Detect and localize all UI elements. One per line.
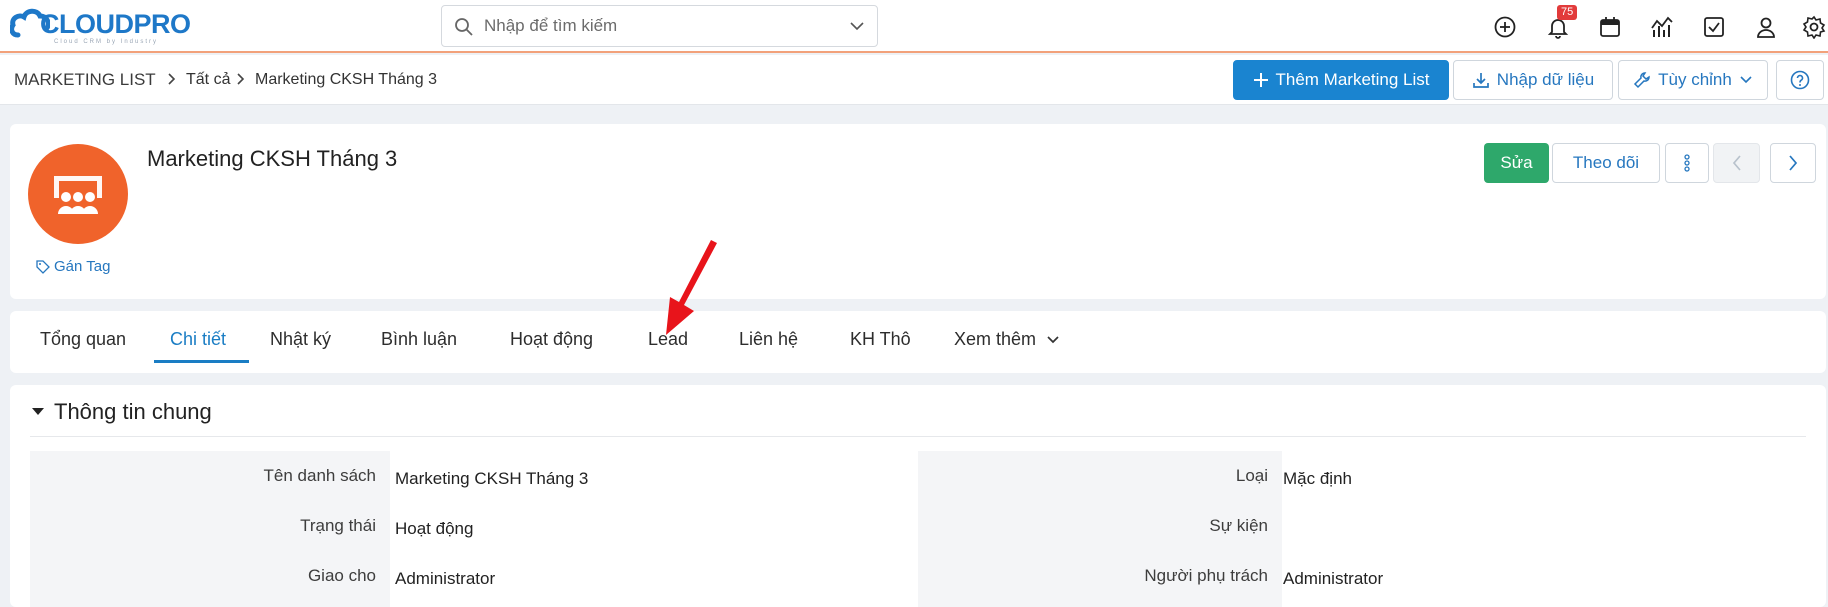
help-button[interactable]: [1776, 60, 1824, 100]
search-icon: [455, 18, 473, 36]
field-label-type: Loại: [1235, 466, 1268, 485]
follow-label: Theo dõi: [1572, 153, 1640, 172]
customize-button[interactable]: Tùy chỉnh: [1618, 60, 1768, 100]
section-title: Thông tin chung: [54, 399, 212, 424]
general-info-section: Thông tin chung Tên danh sách Marketing …: [10, 385, 1826, 607]
field-value-status[interactable]: Hoạt động: [395, 519, 473, 539]
download-icon: [1472, 73, 1489, 88]
more-icon: [1684, 154, 1690, 172]
import-data-label: Nhập dữ liệu: [1496, 70, 1595, 89]
next-record-button[interactable]: [1770, 143, 1816, 183]
add-marketing-list-label: Thêm Marketing List: [1275, 70, 1430, 89]
tab-comments[interactable]: Bình luận: [381, 329, 457, 350]
breadcrumb-record: Marketing CKSH Tháng 3: [255, 71, 438, 88]
breadcrumb-filter[interactable]: Tất cả: [186, 71, 230, 89]
field-value-type[interactable]: Mặc định: [1283, 469, 1352, 489]
tab-details[interactable]: Chi tiết: [170, 329, 226, 350]
caret-down-icon: [32, 408, 44, 415]
field-value-owner[interactable]: Administrator: [1283, 569, 1383, 589]
global-search[interactable]: [441, 5, 878, 47]
section-header[interactable]: Thông tin chung: [32, 399, 212, 425]
logo[interactable]: CLOUDPRO Cloud CRM by Industry: [10, 3, 200, 47]
breadcrumb-module[interactable]: MARKETING LIST: [14, 70, 156, 90]
top-bar: CLOUDPRO Cloud CRM by Industry 75: [0, 0, 1828, 53]
assign-tag-label: Gán Tag: [54, 258, 111, 275]
search-input[interactable]: [484, 14, 824, 38]
tab-overview[interactable]: Tổng quan: [40, 329, 126, 350]
chevron-right-icon: [237, 73, 245, 85]
chevron-down-icon: [1047, 335, 1059, 343]
import-data-button[interactable]: Nhập dữ liệu: [1453, 60, 1613, 100]
field-label-status: Trạng thái: [300, 516, 376, 535]
edit-button[interactable]: Sửa: [1484, 143, 1549, 183]
logo-text: CLOUDPRO: [40, 9, 191, 39]
record-header: Marketing CKSH Tháng 3 Gán Tag Sửa Theo …: [10, 124, 1826, 299]
checkbox-icon[interactable]: [1700, 13, 1728, 41]
chevron-down-icon: [1740, 76, 1752, 84]
user-icon[interactable]: [1752, 13, 1780, 41]
plus-icon: [1253, 73, 1268, 87]
logo-subtext: Cloud CRM by Industry: [54, 39, 159, 45]
calendar-icon[interactable]: [1596, 13, 1624, 41]
more-actions-button[interactable]: [1665, 143, 1709, 183]
section-divider: [30, 436, 1806, 437]
chevron-right-icon: [1789, 155, 1798, 171]
follow-button[interactable]: Theo dõi: [1552, 143, 1660, 183]
chevron-left-icon: [1732, 155, 1741, 171]
tag-icon: [36, 259, 50, 274]
active-tab-indicator: [154, 360, 249, 363]
tab-contacts[interactable]: Liên hệ: [739, 329, 798, 350]
field-value-assigned-to[interactable]: Administrator: [395, 569, 495, 589]
plus-circle-icon[interactable]: [1491, 13, 1519, 41]
chevron-right-icon: [168, 73, 176, 85]
group-icon: [54, 176, 102, 214]
tab-more[interactable]: Xem thêm: [954, 329, 1060, 350]
wrench-icon: [1634, 72, 1650, 89]
field-label-event: Sự kiện: [1209, 516, 1268, 535]
annotation-arrow-icon: [666, 240, 717, 335]
help-icon: [1790, 70, 1810, 90]
notification-badge: 75: [1557, 5, 1578, 20]
chevron-down-icon[interactable]: [849, 20, 865, 32]
record-tabs: Tổng quan Chi tiết Nhật ký Bình luận Hoạ…: [10, 311, 1826, 373]
gear-icon[interactable]: [1800, 13, 1828, 41]
tab-log[interactable]: Nhật ký: [270, 329, 331, 350]
tab-raw-customers[interactable]: KH Thô: [850, 329, 911, 350]
record-avatar: [28, 144, 128, 244]
field-label-list-name: Tên danh sách: [263, 466, 376, 485]
field-value-list-name[interactable]: Marketing CKSH Tháng 3: [395, 469, 588, 489]
chart-icon[interactable]: [1648, 13, 1676, 41]
breadcrumb-bar: MARKETING LIST Tất cả Marketing CKSH Thá…: [0, 55, 1828, 105]
tab-more-label: Xem thêm: [954, 329, 1037, 349]
add-marketing-list-button[interactable]: Thêm Marketing List: [1233, 60, 1449, 100]
field-label-assigned-to: Giao cho: [307, 566, 376, 585]
tab-activities[interactable]: Hoạt động: [510, 329, 593, 350]
field-label-owner: Người phụ trách: [1144, 566, 1268, 585]
record-title: Marketing CKSH Tháng 3: [147, 146, 398, 171]
edit-label: Sửa: [1500, 153, 1533, 172]
assign-tag-link[interactable]: Gán Tag: [36, 258, 110, 275]
previous-record-button[interactable]: [1713, 143, 1760, 183]
customize-label: Tùy chỉnh: [1658, 70, 1732, 89]
